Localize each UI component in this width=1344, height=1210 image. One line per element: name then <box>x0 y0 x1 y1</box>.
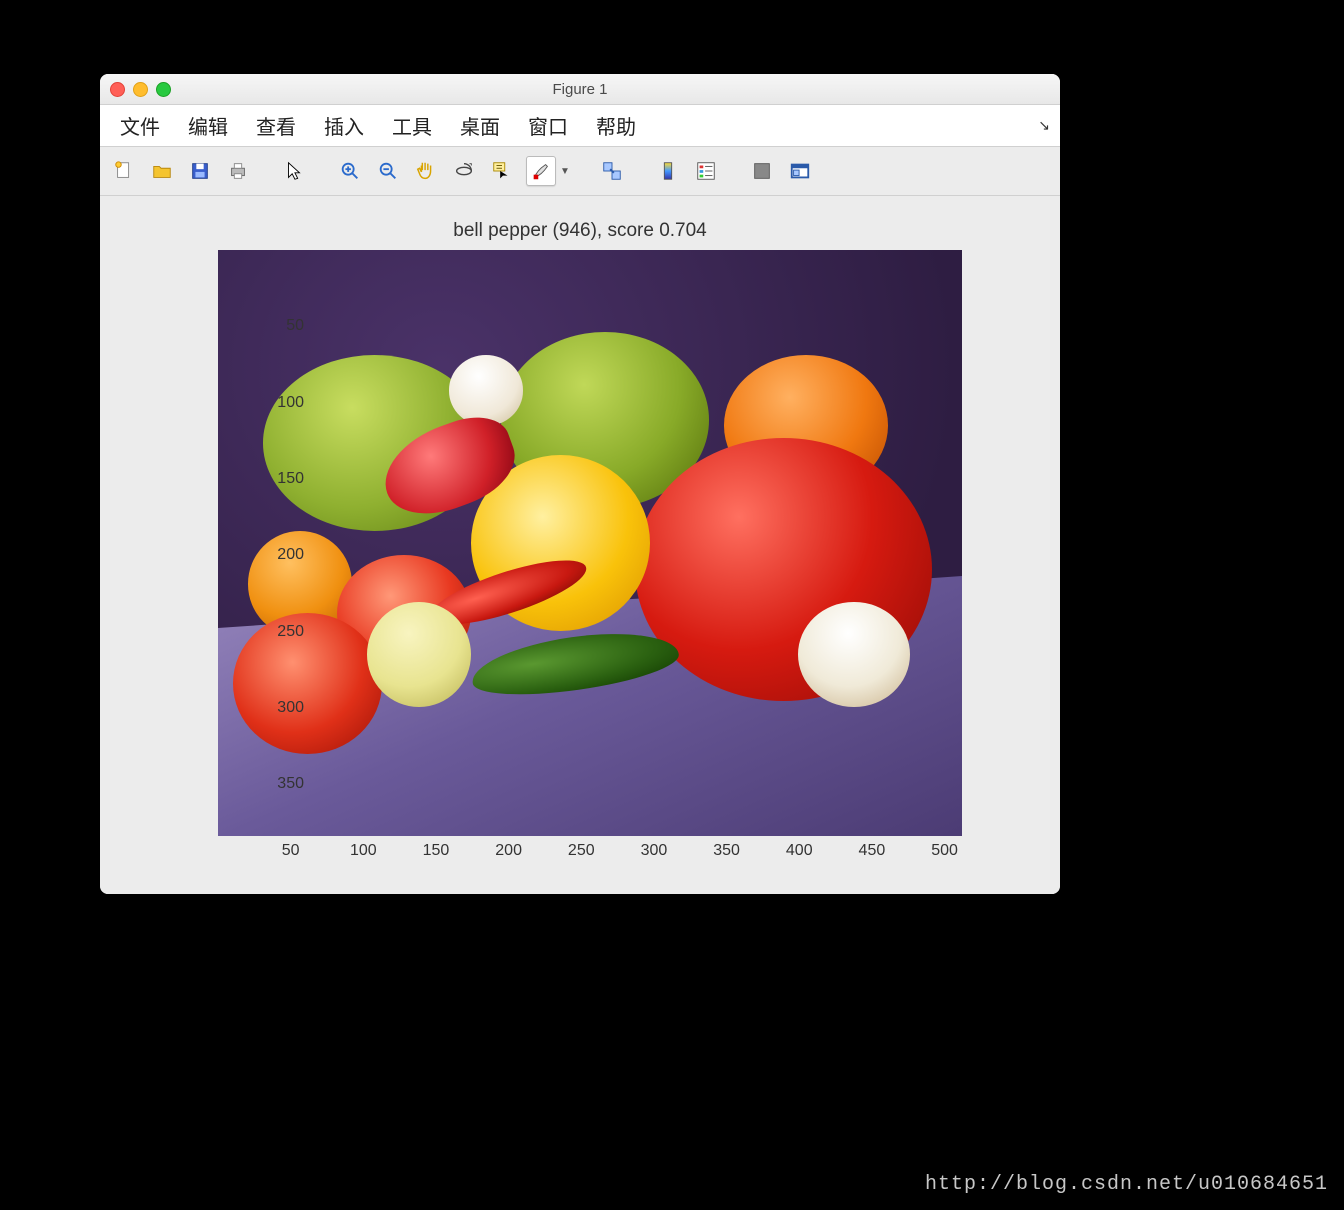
link-axes-icon[interactable] <box>598 157 626 185</box>
print-icon[interactable] <box>224 157 252 185</box>
x-tick-label: 50 <box>282 842 300 860</box>
pan-icon[interactable] <box>412 157 440 185</box>
zoom-in-icon[interactable] <box>336 157 364 185</box>
x-tick-label: 100 <box>350 842 377 860</box>
new-file-icon[interactable] <box>110 157 138 185</box>
menu-help[interactable]: 帮助 <box>582 107 650 144</box>
brush-icon[interactable] <box>526 156 556 186</box>
y-tick-label: 150 <box>254 470 304 488</box>
x-tick-label: 350 <box>713 842 740 860</box>
image-plot <box>218 250 962 836</box>
open-folder-icon[interactable] <box>148 157 176 185</box>
dock-icon[interactable] <box>786 157 814 185</box>
x-tick-label: 250 <box>568 842 595 860</box>
plot-title: bell pepper (946), score 0.704 <box>100 220 1060 242</box>
y-tick-label: 100 <box>254 394 304 412</box>
brush-dropdown-icon[interactable]: ▼ <box>560 166 570 177</box>
x-tick-label: 200 <box>495 842 522 860</box>
save-icon[interactable] <box>186 157 214 185</box>
menu-edit[interactable]: 编辑 <box>174 107 242 144</box>
y-tick-label: 200 <box>254 546 304 564</box>
menu-tools[interactable]: 工具 <box>378 107 446 144</box>
data-cursor-icon[interactable] <box>488 157 516 185</box>
menu-overflow-icon[interactable]: ↘ <box>1038 117 1050 134</box>
menu-window[interactable]: 窗口 <box>514 107 582 144</box>
menu-insert[interactable]: 插入 <box>310 107 378 144</box>
pointer-icon[interactable] <box>280 157 308 185</box>
menu-view[interactable]: 查看 <box>242 107 310 144</box>
color-bar-icon[interactable] <box>654 157 682 185</box>
x-tick-label: 400 <box>786 842 813 860</box>
watermark-text: http://blog.csdn.net/u010684651 <box>925 1173 1328 1196</box>
legend-icon[interactable] <box>692 157 720 185</box>
y-tick-label: 250 <box>254 623 304 641</box>
menu-file[interactable]: 文件 <box>106 107 174 144</box>
menubar: 文件 编辑 查看 插入 工具 桌面 窗口 帮助 ↘ <box>100 105 1060 147</box>
rotate-icon[interactable] <box>450 157 478 185</box>
y-tick-label: 50 <box>254 317 304 335</box>
y-tick-label: 350 <box>254 775 304 793</box>
hide-plot-icon[interactable] <box>748 157 776 185</box>
x-tick-label: 150 <box>423 842 450 860</box>
x-tick-label: 300 <box>641 842 668 860</box>
zoom-out-icon[interactable] <box>374 157 402 185</box>
window-title: Figure 1 <box>100 81 1060 98</box>
titlebar[interactable]: Figure 1 <box>100 74 1060 105</box>
axes[interactable] <box>218 250 962 836</box>
menu-desktop[interactable]: 桌面 <box>446 107 514 144</box>
toolbar: ▼ <box>100 147 1060 196</box>
x-tick-label: 500 <box>931 842 958 860</box>
figure-canvas[interactable]: bell pepper (946), score 0.704 <box>100 196 1060 894</box>
x-tick-label: 450 <box>859 842 886 860</box>
figure-window: Figure 1 文件 编辑 查看 插入 工具 桌面 窗口 帮助 ↘ <box>100 74 1060 894</box>
y-tick-label: 300 <box>254 699 304 717</box>
